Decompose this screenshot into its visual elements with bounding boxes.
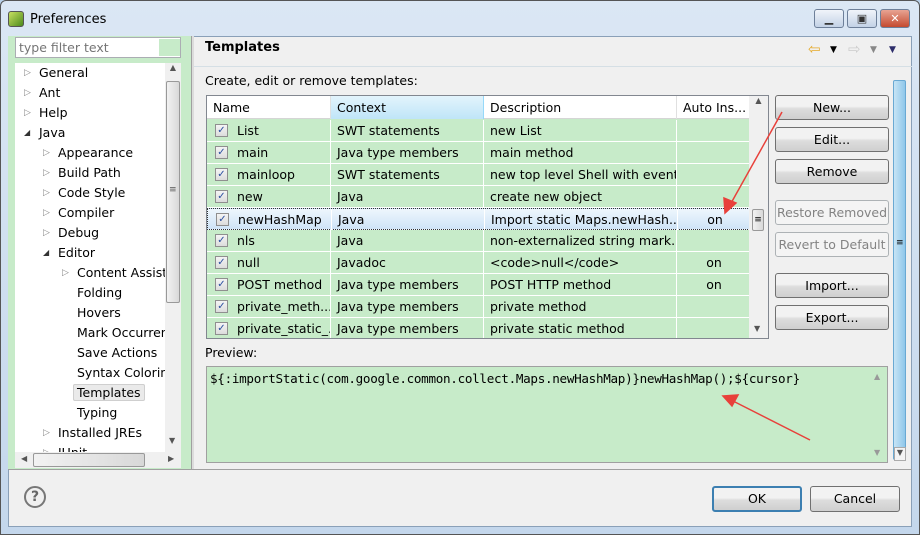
ok-button[interactable]: OK [712,486,802,512]
cancel-button[interactable]: Cancel [810,486,900,512]
annotation-arrow [723,111,783,215]
help-icon[interactable]: ? [24,486,46,508]
annotation-arrow [721,394,811,441]
annotation-arrows [721,111,811,441]
footer-divider [8,469,912,470]
